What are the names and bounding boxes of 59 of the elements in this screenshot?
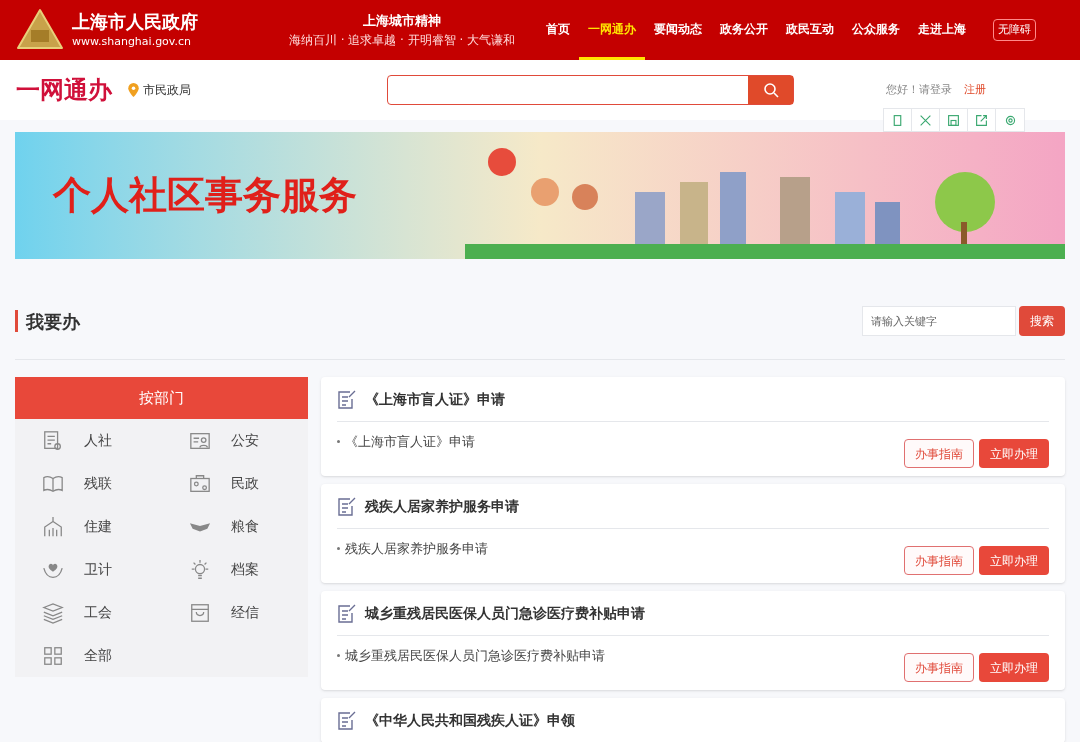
form-icon xyxy=(337,389,357,409)
department-item[interactable]: 残联 xyxy=(15,462,162,505)
department-item[interactable]: 住建 xyxy=(15,505,162,548)
motto-title: 上海城市精神 xyxy=(363,12,441,31)
service-title: 《上海市盲人证》申请 xyxy=(365,389,505,409)
search-field[interactable] xyxy=(387,75,794,105)
nav-link[interactable]: 公众服务 xyxy=(843,0,909,60)
nav-link[interactable]: 政民互动 xyxy=(777,0,843,60)
accessibility-button[interactable]: 无障碍 xyxy=(993,18,1036,42)
service-item: 城乡重残居民医保人员门急诊医疗费补贴申请 xyxy=(345,647,605,665)
department-item[interactable]: 卫计 xyxy=(15,548,162,591)
department-item[interactable]: 人社 xyxy=(15,419,162,462)
service-item: 残疾人居家养护服务申请 xyxy=(345,540,488,558)
department-item[interactable]: 工会 xyxy=(15,591,162,634)
nav-link[interactable]: 政务公开 xyxy=(711,0,777,60)
apply-button[interactable]: 立即办理 xyxy=(979,653,1049,682)
grid-icon xyxy=(42,644,64,667)
section-title: 我要办 xyxy=(26,309,80,334)
banner-title: 个人社区事务服务 xyxy=(53,172,358,219)
department-item[interactable]: 档案 xyxy=(161,548,308,591)
search-button[interactable] xyxy=(748,76,793,104)
service-title: 城乡重残居民医保人员门急诊医疗费补贴申请 xyxy=(365,603,645,623)
briefcase-icon xyxy=(188,472,211,495)
motto-text: 海纳百川 · 追求卓越 · 开明睿智 · 大气谦和 xyxy=(288,31,516,49)
department-tab[interactable]: 按部门 xyxy=(15,377,308,419)
guide-button[interactable]: 办事指南 xyxy=(904,439,974,468)
form-icon xyxy=(337,496,357,516)
department-item[interactable]: 粮食 xyxy=(161,505,308,548)
emblem-logo xyxy=(16,8,64,52)
search-icon xyxy=(762,82,779,98)
service-title: 残疾人居家养护服务申请 xyxy=(365,496,519,516)
stack-icon xyxy=(42,601,64,624)
department-item[interactable]: 经信 xyxy=(161,591,308,634)
department-item[interactable]: 公安 xyxy=(161,419,308,462)
keyword-search-button[interactable]: 搜索 xyxy=(1019,306,1065,336)
location-pin-icon xyxy=(128,83,139,97)
nav-link[interactable]: 要闻动态 xyxy=(645,0,711,60)
service-title: 《中华人民共和国残疾人证》申领 xyxy=(365,710,575,730)
department-item[interactable]: 民政 xyxy=(161,462,308,505)
login-link[interactable]: 您好！请登录 xyxy=(886,81,952,99)
site-title: 上海市人民政府 xyxy=(72,9,199,34)
document-icon xyxy=(42,429,64,452)
form-icon xyxy=(337,603,357,623)
nav-link[interactable]: 首页 xyxy=(537,0,579,60)
form-icon xyxy=(337,710,357,730)
register-link[interactable]: 注册 xyxy=(964,81,986,99)
bag-icon xyxy=(188,601,211,624)
building-icon xyxy=(42,515,64,538)
keyword-input[interactable]: 请输入关键字 xyxy=(862,306,1016,336)
site-url: www.shanghai.gov.cn xyxy=(72,33,193,50)
nav-link[interactable]: 走进上海 xyxy=(909,0,975,60)
brand-title: 一网通办 xyxy=(16,75,112,106)
apply-button[interactable]: 立即办理 xyxy=(979,439,1049,468)
guide-button[interactable]: 办事指南 xyxy=(904,546,974,575)
guide-button[interactable]: 办事指南 xyxy=(904,653,974,682)
service-item: 《上海市盲人证》申请 xyxy=(345,433,475,451)
department-item[interactable]: 全部 xyxy=(15,634,162,677)
location-label: 市民政局 xyxy=(143,82,191,99)
apply-button[interactable]: 立即办理 xyxy=(979,546,1049,575)
